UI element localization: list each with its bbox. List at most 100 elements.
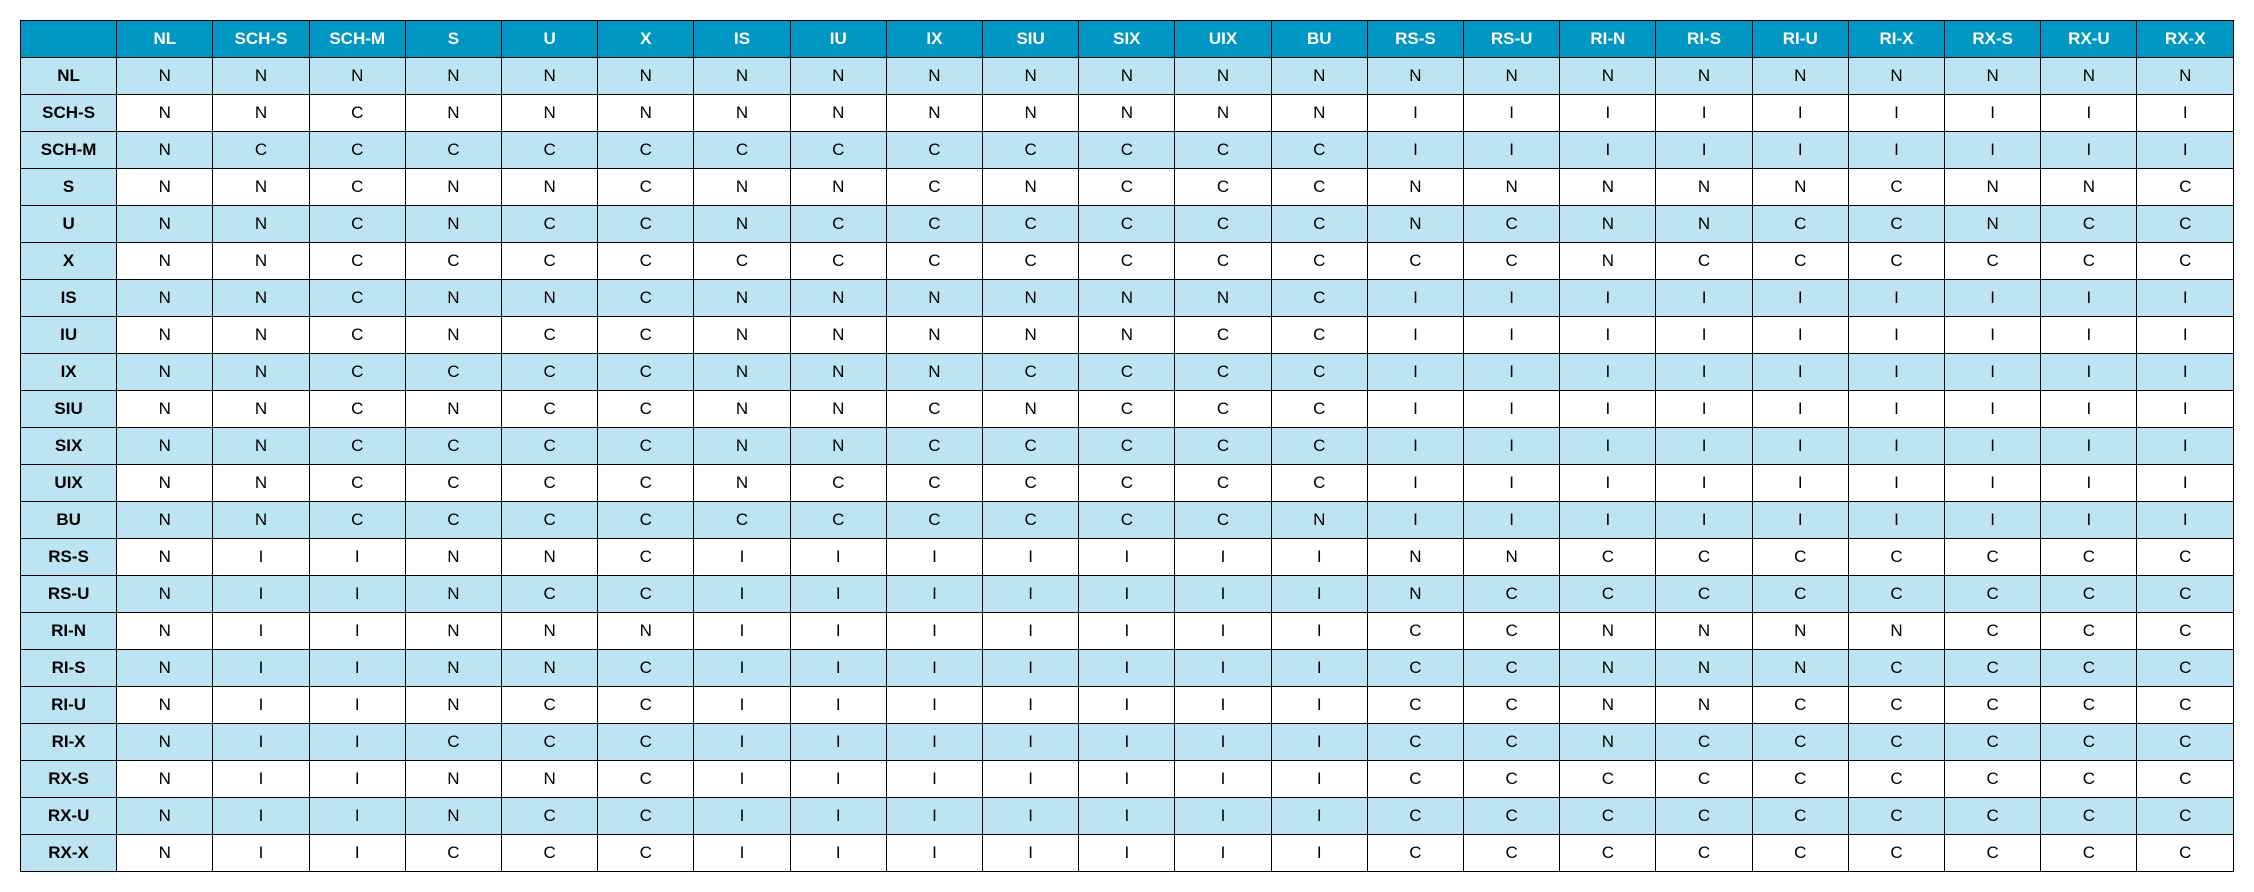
table-cell: N xyxy=(502,169,598,206)
table-cell: C xyxy=(1367,835,1463,872)
table-cell: I xyxy=(1656,465,1752,502)
table-cell: I xyxy=(1945,132,2041,169)
col-header: U xyxy=(502,21,598,58)
table-cell: I xyxy=(1367,132,1463,169)
table-cell: I xyxy=(1464,391,1560,428)
table-cell: N xyxy=(1560,613,1656,650)
table-row: RX-XNIICCCIIIIIIICCCCCCCCC xyxy=(21,835,2234,872)
table-cell: C xyxy=(1945,576,2041,613)
table-cell: C xyxy=(405,132,501,169)
table-cell: C xyxy=(1848,798,1944,835)
table-cell: N xyxy=(1175,280,1271,317)
table-cell: C xyxy=(2041,724,2137,761)
table-cell: C xyxy=(309,465,405,502)
table-cell: C xyxy=(2137,761,2234,798)
table-cell: I xyxy=(1079,724,1175,761)
table-cell: C xyxy=(1175,206,1271,243)
col-header: RI-S xyxy=(1656,21,1752,58)
table-cell: N xyxy=(1656,613,1752,650)
table-cell: I xyxy=(1752,465,1848,502)
table-cell: N xyxy=(405,95,501,132)
table-cell: I xyxy=(1367,502,1463,539)
table-cell: C xyxy=(1656,539,1752,576)
table-cell: I xyxy=(1560,391,1656,428)
table-cell: I xyxy=(694,539,790,576)
table-row: SIXNNCCCCNNCCCCCIIIIIIIII xyxy=(21,428,2234,465)
table-cell: C xyxy=(2137,576,2234,613)
table-cell: C xyxy=(886,132,982,169)
table-cell: N xyxy=(1271,502,1367,539)
table-cell: C xyxy=(1464,650,1560,687)
table-cell: C xyxy=(2137,613,2234,650)
table-cell: I xyxy=(983,724,1079,761)
table-cell: N xyxy=(2041,58,2137,95)
row-header: RS-U xyxy=(21,576,117,613)
table-cell: N xyxy=(983,58,1079,95)
table-cell: C xyxy=(502,576,598,613)
col-header: RX-S xyxy=(1945,21,2041,58)
table-cell: N xyxy=(694,169,790,206)
table-cell: I xyxy=(1175,687,1271,724)
table-cell: N xyxy=(790,58,886,95)
table-cell: I xyxy=(213,576,309,613)
table-cell: C xyxy=(598,724,694,761)
table-row: BUNNCCCCCCCCCCNIIIIIIIII xyxy=(21,502,2234,539)
table-cell: C xyxy=(1752,539,1848,576)
table-cell: C xyxy=(1271,243,1367,280)
row-header: S xyxy=(21,169,117,206)
table-cell: I xyxy=(2041,465,2137,502)
col-header: X xyxy=(598,21,694,58)
table-cell: N xyxy=(1464,58,1560,95)
table-cell: C xyxy=(1367,687,1463,724)
table-cell: I xyxy=(1945,95,2041,132)
table-cell: C xyxy=(1848,539,1944,576)
table-cell: I xyxy=(1367,317,1463,354)
table-cell: I xyxy=(1079,650,1175,687)
table-cell: I xyxy=(1752,132,1848,169)
table-cell: I xyxy=(213,761,309,798)
table-cell: C xyxy=(1271,169,1367,206)
table-cell: N xyxy=(1945,169,2041,206)
table-cell: I xyxy=(1271,724,1367,761)
table-cell: C xyxy=(694,502,790,539)
table-cell: I xyxy=(886,835,982,872)
table-cell: I xyxy=(1079,687,1175,724)
table-cell: N xyxy=(405,539,501,576)
table-cell: C xyxy=(598,835,694,872)
table-cell: I xyxy=(1560,465,1656,502)
table-cell: N xyxy=(309,58,405,95)
table-cell: C xyxy=(1560,835,1656,872)
table-cell: C xyxy=(790,206,886,243)
row-header: RI-X xyxy=(21,724,117,761)
table-cell: N xyxy=(117,613,213,650)
table-cell: I xyxy=(1175,724,1271,761)
col-header: SIX xyxy=(1079,21,1175,58)
table-cell: N xyxy=(117,650,213,687)
table-cell: C xyxy=(502,317,598,354)
table-cell: N xyxy=(117,724,213,761)
table-cell: I xyxy=(309,724,405,761)
col-header: RS-S xyxy=(1367,21,1463,58)
table-cell: N xyxy=(213,354,309,391)
row-header: RX-U xyxy=(21,798,117,835)
table-cell: N xyxy=(117,95,213,132)
table-cell: C xyxy=(1271,354,1367,391)
table-cell: I xyxy=(1656,428,1752,465)
table-cell: I xyxy=(2137,132,2234,169)
table-cell: I xyxy=(886,613,982,650)
table-cell: N xyxy=(502,539,598,576)
table-cell: N xyxy=(405,798,501,835)
table-cell: C xyxy=(886,428,982,465)
table-cell: C xyxy=(2137,687,2234,724)
table-cell: C xyxy=(1464,835,1560,872)
row-header: BU xyxy=(21,502,117,539)
table-cell: I xyxy=(790,687,886,724)
table-cell: C xyxy=(1367,650,1463,687)
table-cell: I xyxy=(213,798,309,835)
table-cell: I xyxy=(1271,761,1367,798)
table-cell: I xyxy=(694,798,790,835)
table-cell: C xyxy=(502,354,598,391)
table-cell: I xyxy=(1464,428,1560,465)
table-cell: I xyxy=(2137,391,2234,428)
table-cell: I xyxy=(983,835,1079,872)
